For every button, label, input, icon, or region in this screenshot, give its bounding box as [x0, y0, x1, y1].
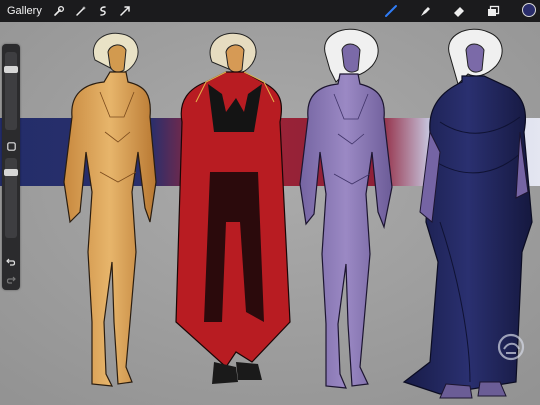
- smudge-icon[interactable]: [412, 0, 438, 22]
- undo-icon[interactable]: [2, 254, 20, 270]
- wrench-icon[interactable]: [48, 0, 70, 22]
- brush-size-knob[interactable]: [4, 66, 18, 74]
- color-picker-button[interactable]: [522, 3, 536, 17]
- opacity-slider[interactable]: [4, 158, 18, 238]
- brush-icon[interactable]: [378, 0, 404, 22]
- drawing-canvas[interactable]: [0, 22, 540, 405]
- brush-size-slider[interactable]: [4, 52, 18, 130]
- gallery-button[interactable]: Gallery: [7, 5, 42, 17]
- left-sidebar: [2, 44, 20, 290]
- magic-wand-icon[interactable]: [70, 0, 92, 22]
- opacity-knob[interactable]: [4, 168, 18, 176]
- square-modify-icon[interactable]: [2, 138, 20, 154]
- top-toolbar: Gallery: [0, 0, 540, 22]
- redo-icon[interactable]: [2, 272, 20, 288]
- eraser-icon[interactable]: [446, 0, 472, 22]
- layers-icon[interactable]: [480, 0, 506, 22]
- transform-icon[interactable]: [114, 0, 136, 22]
- selection-icon[interactable]: [92, 0, 114, 22]
- watermark-logo: [496, 332, 526, 362]
